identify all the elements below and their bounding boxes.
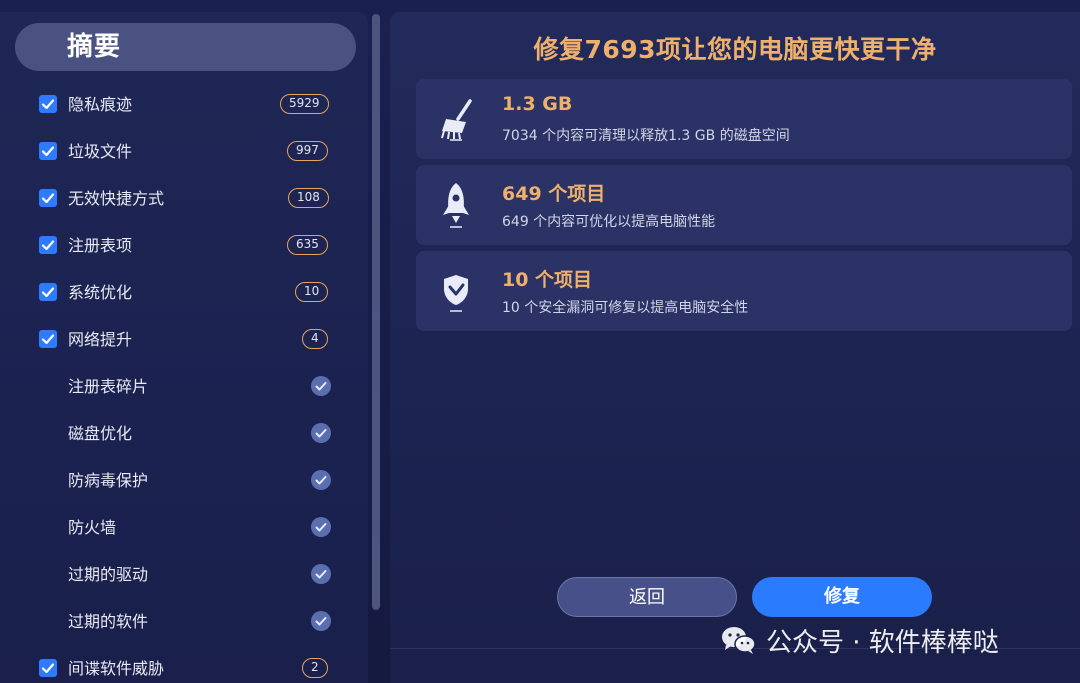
fix-button[interactable]: 修复 <box>752 577 932 617</box>
sidebar-item-firewall[interactable]: 防火墙 <box>0 508 368 548</box>
sidebar-item-label: 磁盘优化 <box>68 424 133 443</box>
checkbox[interactable] <box>39 659 57 677</box>
checkbox[interactable] <box>39 330 57 348</box>
checkbox[interactable] <box>39 142 57 160</box>
sidebar-item-label: 注册表项 <box>68 236 133 255</box>
wechat-icon <box>722 627 756 654</box>
card-title: 1.3 GB <box>502 93 573 115</box>
sidebar-item-outdated-drivers[interactable]: 过期的驱动 <box>0 555 368 595</box>
check-circle-icon <box>311 517 331 537</box>
sidebar-item-registry[interactable]: 注册表项 635 <box>0 226 368 266</box>
sidebar-item-label: 防火墙 <box>68 518 117 537</box>
broom-icon <box>441 99 472 141</box>
sidebar-item-antivirus[interactable]: 防病毒保护 <box>0 461 368 501</box>
sidebar-item-outdated-software[interactable]: 过期的软件 <box>0 602 368 642</box>
watermark: 公众号 · 软件棒棒哒 <box>720 620 999 660</box>
count-badge: 635 <box>287 235 328 255</box>
count-badge: 4 <box>302 329 328 349</box>
card-title: 10 个项目 <box>502 269 593 291</box>
sidebar-item-system-optimize[interactable]: 系统优化 10 <box>0 273 368 313</box>
sidebar-item-label: 过期的驱动 <box>68 565 149 584</box>
count-badge: 2 <box>302 658 328 678</box>
sidebar-item-label: 过期的软件 <box>68 612 149 631</box>
sidebar-item-label: 无效快捷方式 <box>68 189 165 208</box>
sidebar: 摘要 隐私痕迹 5929 垃圾文件 997 无效快捷方式 108 注册表项 63… <box>0 12 368 683</box>
card-description: 10 个安全漏洞可修复以提高电脑安全性 <box>502 300 749 316</box>
watermark-text: 公众号 · 软件棒棒哒 <box>766 627 999 658</box>
summary-button[interactable]: 摘要 <box>15 23 356 71</box>
result-card-security: 10 个项目 10 个安全漏洞可修复以提高电脑安全性 <box>416 251 1072 331</box>
rocket-icon <box>443 183 469 228</box>
sidebar-item-label: 注册表碎片 <box>68 377 149 396</box>
count-badge: 997 <box>287 141 328 161</box>
sidebar-item-invalid-shortcuts[interactable]: 无效快捷方式 108 <box>0 179 368 219</box>
checkbox[interactable] <box>39 189 57 207</box>
sidebar-item-spyware[interactable]: 间谍软件威胁 2 <box>0 649 368 683</box>
sidebar-item-network-boost[interactable]: 网络提升 4 <box>0 320 368 360</box>
checkbox[interactable] <box>39 95 57 113</box>
checkbox[interactable] <box>39 283 57 301</box>
check-circle-icon <box>311 564 331 584</box>
page-title: 修复7693项让您的电脑更快更干净 <box>533 35 937 64</box>
back-button[interactable]: 返回 <box>557 577 737 617</box>
check-circle-icon <box>311 470 331 490</box>
check-circle-icon <box>311 376 331 396</box>
count-badge: 108 <box>288 188 329 208</box>
sidebar-item-label: 系统优化 <box>68 283 133 302</box>
sidebar-item-disk-optimize[interactable]: 磁盘优化 <box>0 414 368 454</box>
sidebar-item-label: 垃圾文件 <box>68 142 133 161</box>
sidebar-scrollbar[interactable] <box>372 14 380 610</box>
main-panel: 修复7693项让您的电脑更快更干净 1.3 GB 7034 个内容可清理以释放1… <box>390 12 1080 683</box>
sidebar-item-privacy[interactable]: 隐私痕迹 5929 <box>0 85 368 125</box>
sidebar-item-label: 防病毒保护 <box>68 471 149 490</box>
shield-icon <box>444 275 468 312</box>
card-description: 649 个内容可优化以提高电脑性能 <box>502 214 716 230</box>
card-title: 649 个项目 <box>502 183 606 205</box>
summary-label: 摘要 <box>67 32 122 62</box>
checkbox[interactable] <box>39 236 57 254</box>
result-card-performance: 649 个项目 649 个内容可优化以提高电脑性能 <box>416 165 1072 245</box>
card-description: 7034 个内容可清理以释放1.3 GB 的磁盘空间 <box>502 128 790 144</box>
sidebar-item-label: 隐私痕迹 <box>68 95 133 114</box>
count-badge: 10 <box>295 282 329 302</box>
result-card-cleanup: 1.3 GB 7034 个内容可清理以释放1.3 GB 的磁盘空间 <box>416 79 1072 159</box>
count-badge: 5929 <box>280 94 329 114</box>
sidebar-item-label: 网络提升 <box>68 330 133 349</box>
app-window: 摘要 隐私痕迹 5929 垃圾文件 997 无效快捷方式 108 注册表项 63… <box>0 0 1080 683</box>
sidebar-item-junk-files[interactable]: 垃圾文件 997 <box>0 132 368 172</box>
check-circle-icon <box>311 423 331 443</box>
check-circle-icon <box>311 611 331 631</box>
sidebar-item-label: 间谍软件威胁 <box>68 659 165 678</box>
sidebar-item-registry-fragments[interactable]: 注册表碎片 <box>0 367 368 407</box>
